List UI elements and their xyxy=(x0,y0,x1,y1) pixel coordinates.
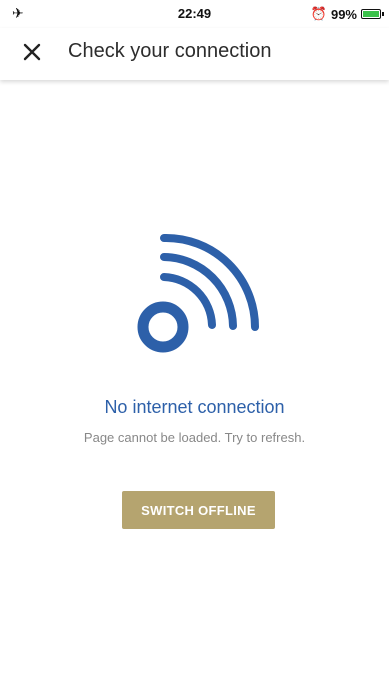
wifi-signal-icon xyxy=(137,233,259,353)
switch-offline-button[interactable]: SWITCH OFFLINE xyxy=(122,491,275,529)
close-button[interactable] xyxy=(18,38,46,66)
battery-icon xyxy=(361,9,384,19)
no-connection-subtitle: Page cannot be loaded. Try to refresh. xyxy=(83,430,306,445)
alarm-icon: ⏰ xyxy=(310,6,327,21)
status-bar: ✈ 22:49 ⏰ 99% xyxy=(0,0,389,28)
no-connection-title: No internet connection xyxy=(104,397,285,417)
top-app-bar: Check your connection xyxy=(0,28,389,80)
battery-percent: 99% xyxy=(330,6,357,22)
page-title: Check your connection xyxy=(68,40,272,62)
close-icon xyxy=(23,43,41,61)
status-right: ⏰ 99% xyxy=(310,6,384,22)
